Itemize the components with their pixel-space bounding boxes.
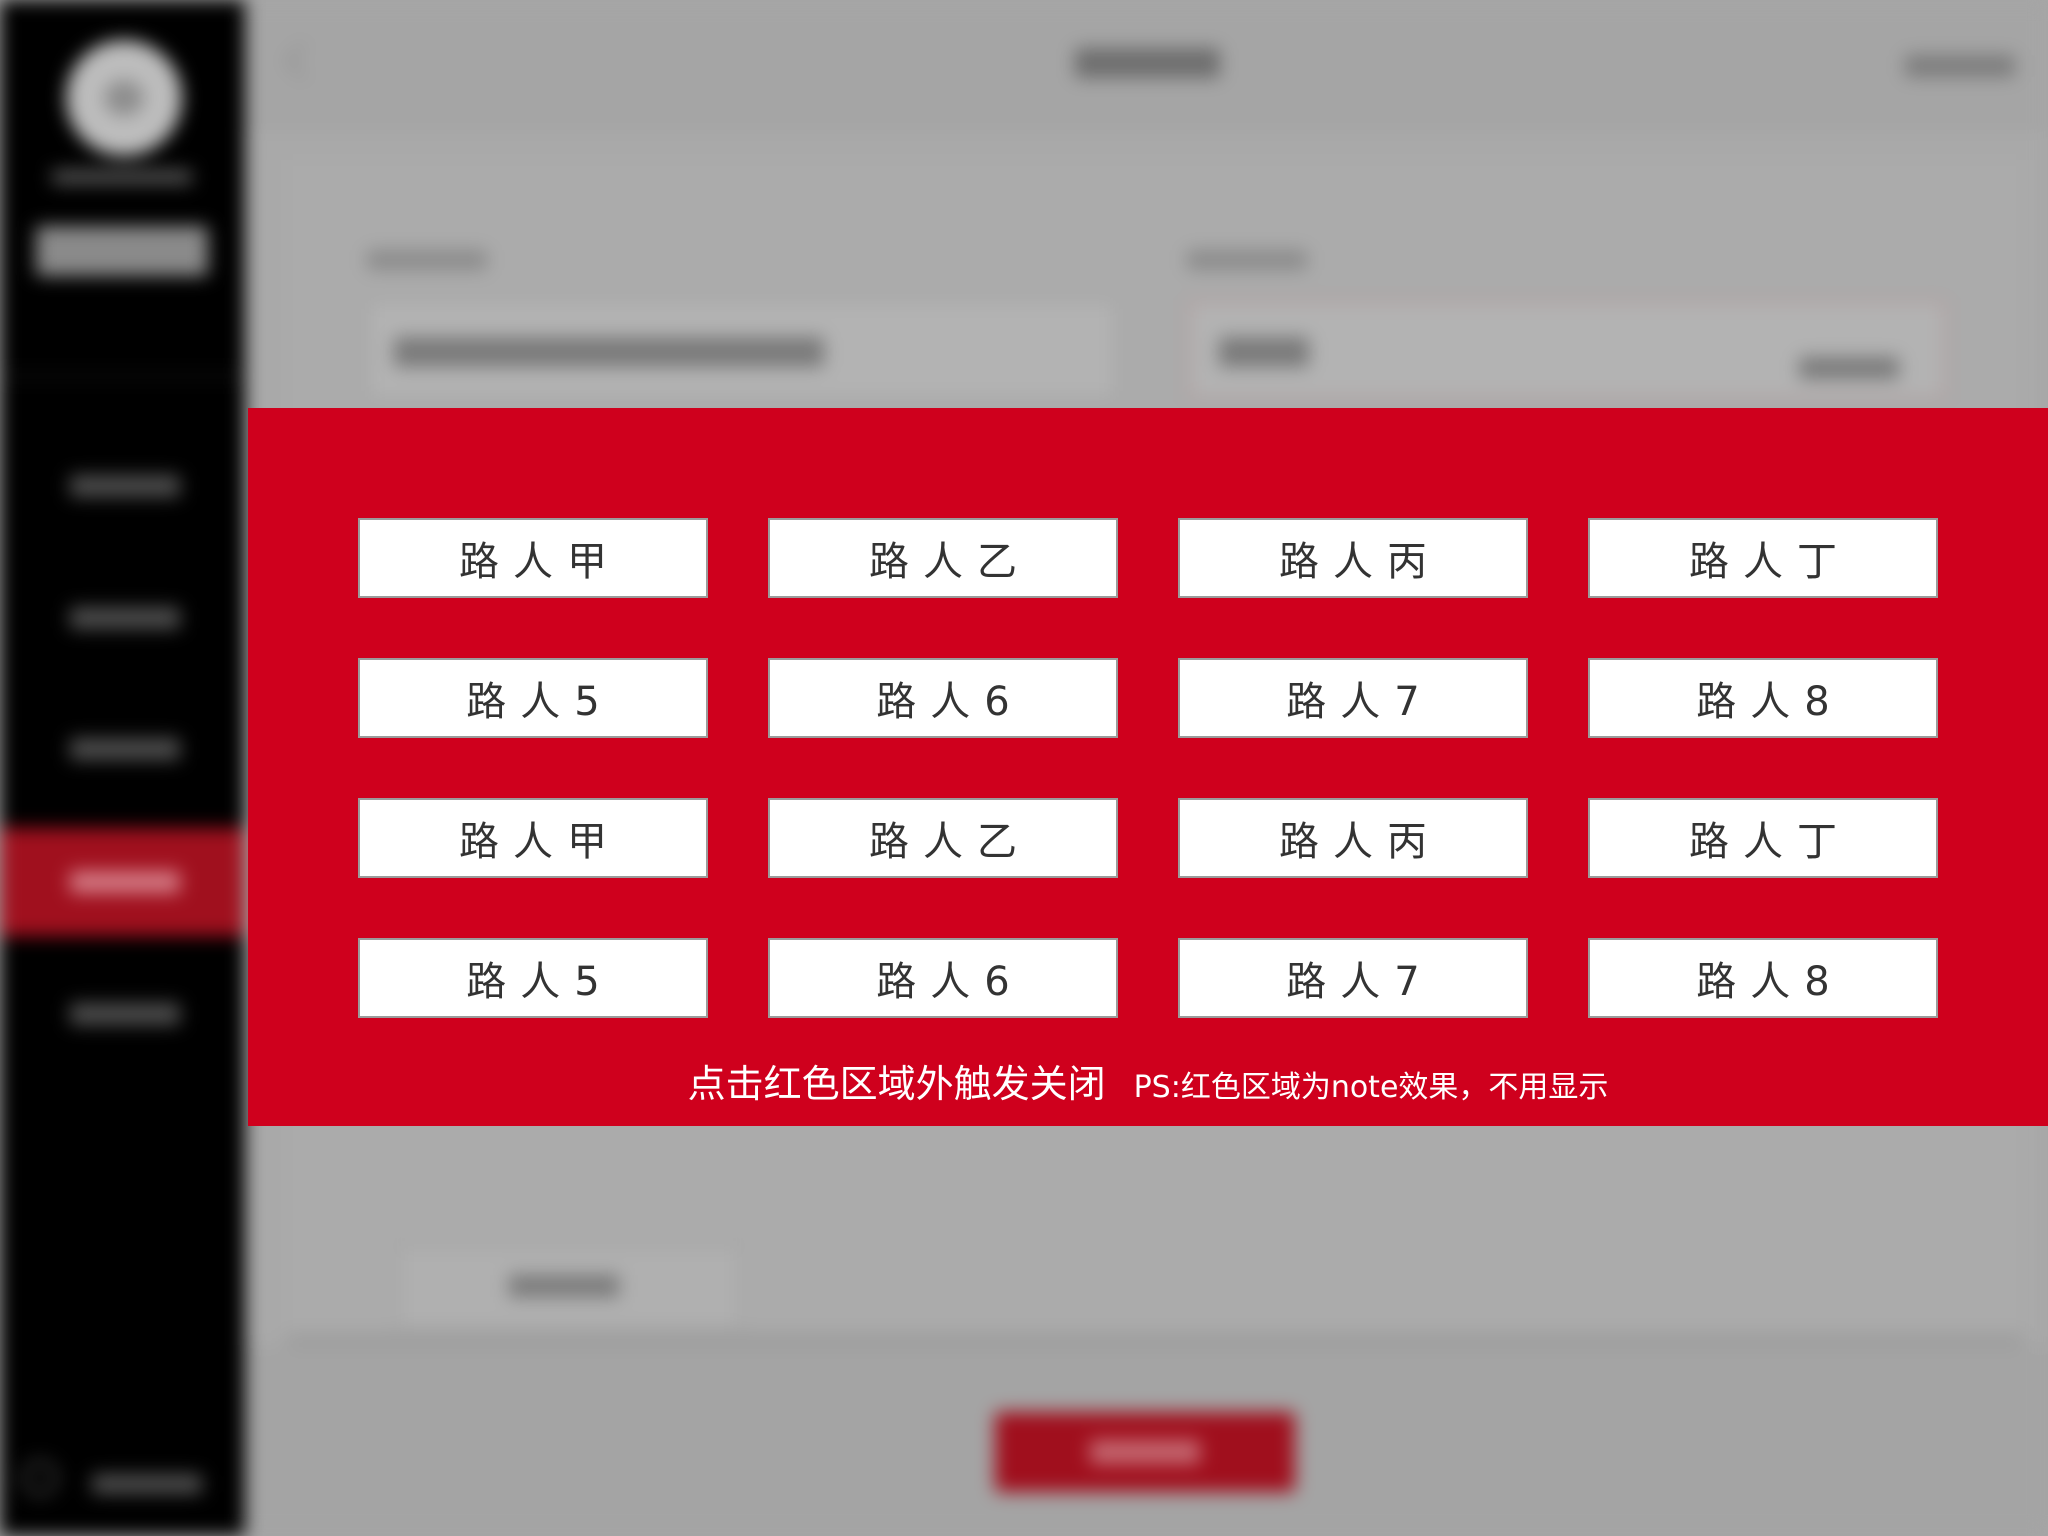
- person-button[interactable]: 路人甲: [358, 518, 708, 598]
- person-button[interactable]: 路人8: [1588, 658, 1938, 738]
- sidebar-item[interactable]: [70, 738, 180, 760]
- select-field[interactable]: [1187, 300, 1947, 400]
- user-name: [52, 170, 192, 184]
- person-button[interactable]: 路人6: [768, 658, 1118, 738]
- back-icon[interactable]: [284, 42, 322, 80]
- person-button-grid: 路人甲 路人乙 路人丙 路人丁 路人5 路人6 路人7 路人8 路人甲 路人乙 …: [358, 518, 1938, 1018]
- avatar-icon: [104, 80, 144, 116]
- secondary-button[interactable]: [397, 1245, 741, 1329]
- sidebar: [0, 0, 245, 1536]
- secondary-button-label: [509, 1275, 619, 1297]
- person-button[interactable]: 路人7: [1178, 658, 1528, 738]
- text-field[interactable]: [367, 300, 1117, 400]
- header: [245, 0, 2048, 127]
- primary-button-label: [1090, 1440, 1200, 1464]
- person-button[interactable]: 路人6: [768, 938, 1118, 1018]
- person-button[interactable]: 路人丁: [1588, 798, 1938, 878]
- select-field-unit: [1799, 357, 1899, 379]
- person-button[interactable]: 路人丁: [1588, 518, 1938, 598]
- field-label: [367, 250, 487, 270]
- selection-sheet: 路人甲 路人乙 路人丙 路人丁 路人5 路人6 路人7 路人8 路人甲 路人乙 …: [248, 408, 2048, 1126]
- header-action[interactable]: [1905, 55, 2015, 77]
- sidebar-divider: [0, 375, 245, 377]
- select-field-value: [1219, 337, 1309, 367]
- logout-icon[interactable]: [22, 1460, 58, 1496]
- close-hint: 点击红色区域外触发关闭: [687, 1062, 1106, 1106]
- logout-label[interactable]: [92, 1474, 202, 1494]
- sidebar-item-active[interactable]: [0, 828, 245, 936]
- person-button[interactable]: 路人7: [1178, 938, 1528, 1018]
- person-button[interactable]: 路人5: [358, 938, 708, 1018]
- person-button[interactable]: 路人丙: [1178, 518, 1528, 598]
- person-button[interactable]: 路人甲: [358, 798, 708, 878]
- footer-divider: [287, 1335, 2022, 1345]
- person-button[interactable]: 路人丙: [1178, 798, 1528, 878]
- ps-note: PS:红色区域为note效果，不用显示: [1133, 1070, 1609, 1105]
- person-button[interactable]: 路人乙: [768, 518, 1118, 598]
- footer: [245, 1345, 2048, 1536]
- person-button[interactable]: 路人5: [358, 658, 708, 738]
- text-field-value: [394, 337, 824, 367]
- person-button[interactable]: 路人8: [1588, 938, 1938, 1018]
- user-badge: [36, 226, 208, 276]
- sidebar-item[interactable]: [70, 607, 180, 629]
- person-button[interactable]: 路人乙: [768, 798, 1118, 878]
- field-label: [1187, 250, 1307, 270]
- primary-button[interactable]: [995, 1412, 1295, 1492]
- page-title: [1075, 48, 1220, 78]
- screen: 路人甲 路人乙 路人丙 路人丁 路人5 路人6 路人7 路人8 路人甲 路人乙 …: [0, 0, 2048, 1536]
- sidebar-item[interactable]: [70, 1003, 180, 1025]
- sidebar-item[interactable]: [70, 475, 180, 497]
- avatar: [66, 40, 182, 156]
- close-hint-row: 点击红色区域外触发关闭 PS:红色区域为note效果，不用显示: [248, 1053, 2048, 1108]
- sidebar-item-active-label: [70, 871, 180, 893]
